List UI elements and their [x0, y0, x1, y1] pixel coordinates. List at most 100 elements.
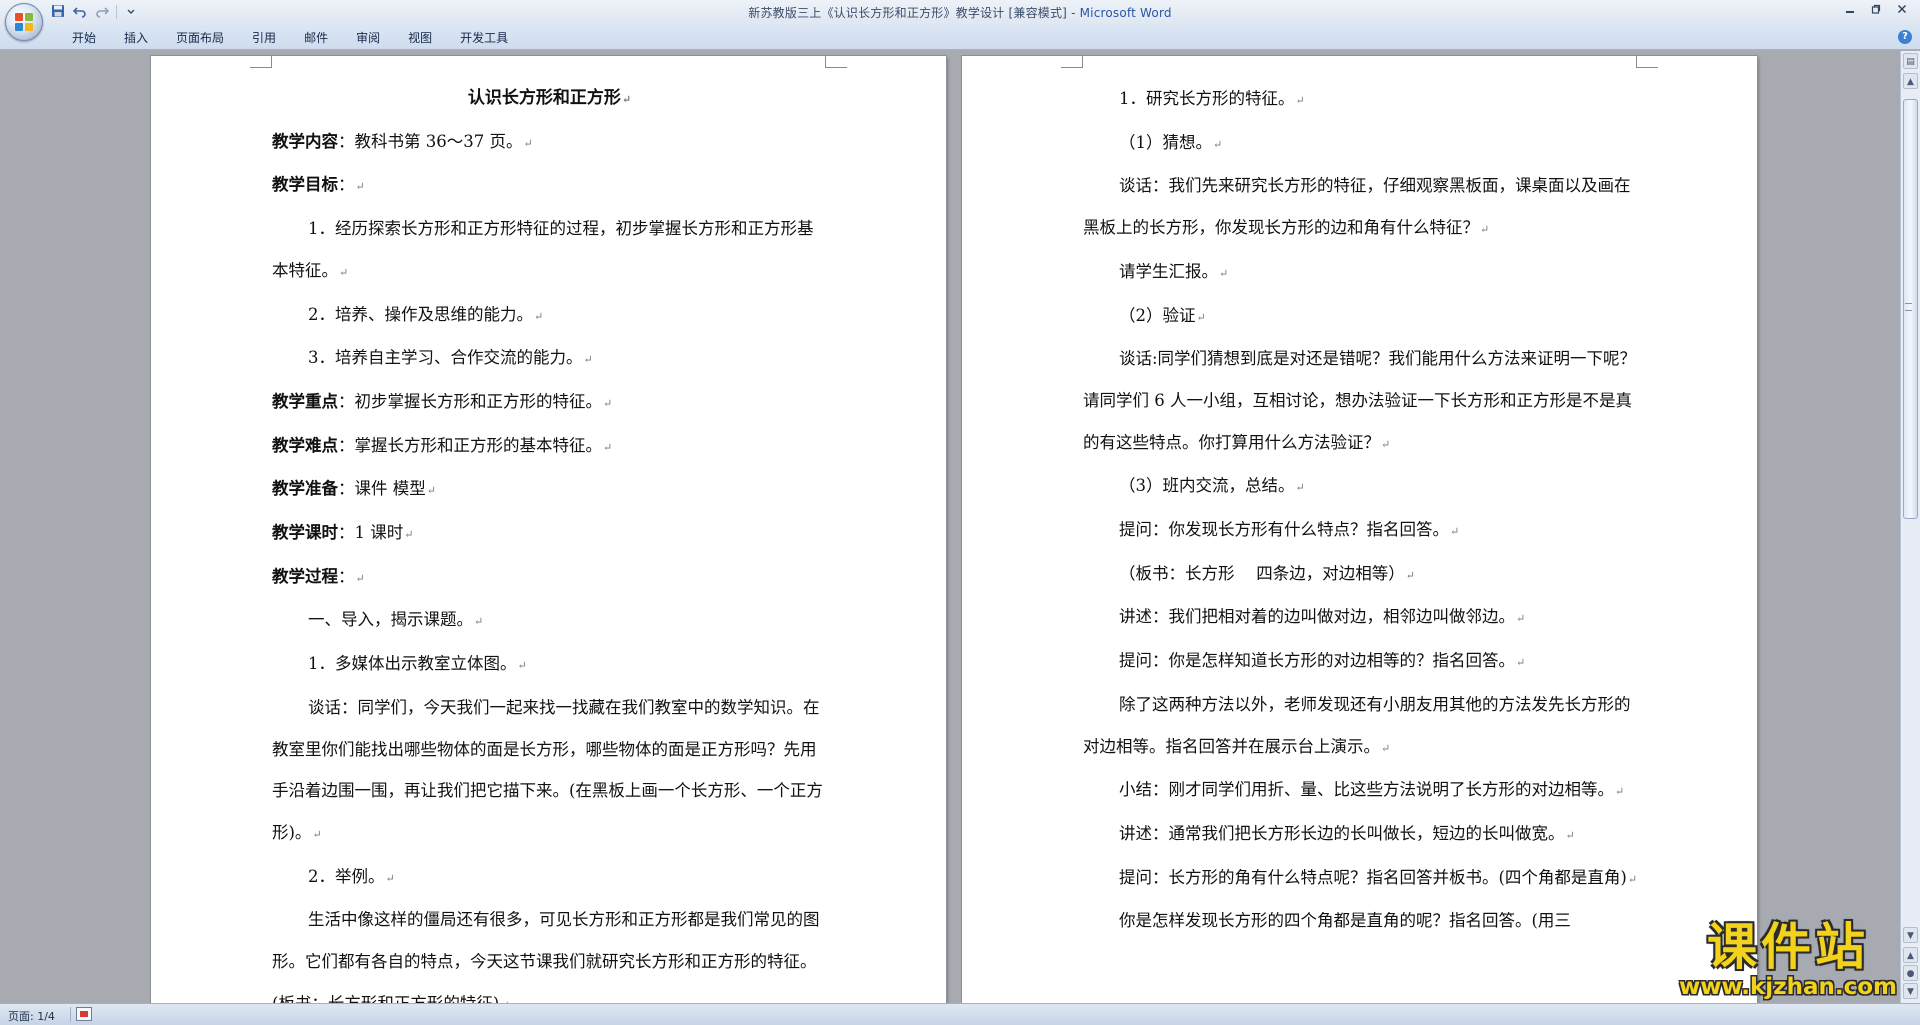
ribbon-tab-bar: 开始 插入 页面布局 引用 邮件 审阅 视图 开发工具 ?: [0, 24, 1920, 50]
window-title: 新苏教版三上《认识长方形和正方形》教学设计 [兼容模式] - Microsoft…: [0, 4, 1920, 21]
paragraph-mark-icon: ↵: [621, 93, 632, 106]
proofing-icon[interactable]: [76, 1007, 92, 1021]
minimize-icon[interactable]: [1838, 2, 1862, 20]
paragraph-mark-icon: ↵: [474, 615, 484, 629]
paragraph: 提问：你发现长方形有什么特点？指名回答。↵: [1083, 509, 1638, 553]
help-icon[interactable]: ?: [1898, 30, 1912, 44]
office-logo-icon: [15, 13, 33, 31]
paragraph-mark-icon: ↵: [1381, 741, 1391, 755]
margin-corner-mark: [1636, 56, 1658, 68]
body-text: ：: [338, 566, 355, 586]
body-text: 请学生汇报。: [1119, 261, 1218, 281]
close-icon[interactable]: [1890, 2, 1914, 20]
label-text: 教学内容: [272, 131, 338, 151]
body-text: 1．多媒体出示教室立体图。: [308, 654, 517, 674]
body-text: 1．研究长方形的特征。: [1119, 89, 1295, 108]
body-text: 谈话：同学们，今天我们一起来找一找藏在我们教室中的数学知识。在教室里你们能找出哪…: [272, 697, 823, 842]
paragraph: 谈话：同学们，今天我们一起来找一找藏在我们教室中的数学知识。在教室里你们能找出哪…: [272, 687, 827, 856]
restore-icon[interactable]: [1864, 2, 1888, 20]
body-text: （1）猜想。: [1119, 132, 1212, 152]
body-text: 谈话：我们先来研究长方形的特征，仔细观察黑板面，课桌面以及画在黑板上的长方形，你…: [1083, 176, 1631, 238]
scroll-up-icon[interactable]: ▲: [1903, 73, 1918, 89]
paragraph: 教学难点：掌握长方形和正方形的基本特征。↵: [272, 425, 827, 469]
tab-home[interactable]: 开始: [58, 29, 110, 47]
label-text: 教学过程: [272, 566, 338, 586]
paragraph-mark-icon: ↵: [1295, 94, 1305, 107]
body-text: 1．经历探索长方形和正方形特征的过程，初步掌握长方形和正方形基本特征。: [272, 219, 814, 280]
paragraph: 教学过程：↵: [272, 556, 827, 600]
body-text: 一、导入，揭示课题。: [308, 610, 473, 630]
paragraph-mark-icon: ↵: [1196, 310, 1206, 324]
paragraph: 3．培养自主学习、合作交流的能力。↵: [272, 337, 827, 381]
ribbon-tabs: 开始 插入 页面布局 引用 邮件 审阅 视图 开发工具: [58, 29, 522, 47]
paragraph-mark-icon: ↵: [312, 827, 322, 841]
tab-view[interactable]: 视图: [394, 29, 446, 47]
body-text: 提问：你发现长方形有什么特点？指名回答。: [1119, 520, 1449, 540]
paragraph-mark-icon: ↵: [1405, 568, 1415, 582]
paragraph: 教学课时：1 课时↵: [272, 512, 827, 556]
paragraph: （2）验证↵: [1083, 295, 1638, 339]
vertical-scrollbar[interactable]: ▤ ▲ ▼ ▲ ● ▼: [1900, 51, 1920, 1003]
tab-review[interactable]: 审阅: [342, 29, 394, 47]
paragraph: 1．研究长方形的特征。↵: [1083, 78, 1638, 122]
body-text: （3）班内交流，总结。: [1119, 476, 1295, 496]
body-text: 讲述：我们把相对着的边叫做对边，相邻边叫做邻边。: [1119, 607, 1515, 627]
paragraph: 教学重点：初步掌握长方形和正方形的特征。↵: [272, 381, 827, 425]
document-page-1[interactable]: 认识长方形和正方形↵ 教学内容：教科书第 36～37 页。↵ 教学目标：↵ 1．…: [151, 56, 946, 1003]
paragraph: 谈话：我们先来研究长方形的特征，仔细观察黑板面，课桌面以及画在黑板上的长方形，你…: [1083, 165, 1638, 250]
margin-corner-mark: [1061, 56, 1083, 68]
paragraph-mark-icon: ↵: [1295, 481, 1305, 495]
paragraph-mark-icon: ↵: [583, 353, 593, 367]
body-text: 3．培养自主学习、合作交流的能力。: [308, 348, 583, 368]
paragraph: 请学生汇报。↵: [1083, 251, 1638, 295]
paragraph: 小结：刚才同学们用折、量、比这些方法说明了长方形的对边相等。↵: [1083, 769, 1638, 813]
tab-references[interactable]: 引用: [238, 29, 290, 47]
body-text: ：初步掌握长方形和正方形的特征。: [338, 391, 602, 411]
paragraph-mark-icon: ↵: [1450, 525, 1460, 539]
body-text: 除了这两种方法以外，老师发现还有小朋友用其他的方法发先长方形的对边相等。指名回答…: [1083, 694, 1631, 756]
label-text: 教学目标: [272, 175, 338, 195]
paragraph-mark-icon: ↵: [355, 180, 365, 194]
page-2-text[interactable]: 1．研究长方形的特征。↵ （1）猜想。↵ 谈话：我们先来研究长方形的特征，仔细观…: [1083, 78, 1638, 942]
paragraph-mark-icon: ↵: [426, 484, 436, 498]
paragraph: 教学内容：教科书第 36～37 页。↵: [272, 121, 827, 165]
paragraph: 1．多媒体出示教室立体图。↵: [272, 643, 827, 687]
margin-corner-mark: [825, 56, 847, 68]
window-controls: [1838, 2, 1914, 20]
watermark-logo: 课件站 www.kjzhan.com: [1668, 920, 1908, 1004]
ruler-toggle-icon[interactable]: ▤: [1903, 53, 1918, 69]
watermark-url: www.kjzhan.com: [1679, 974, 1897, 1000]
office-button[interactable]: [5, 3, 43, 41]
paragraph-mark-icon: ↵: [603, 440, 613, 454]
body-text: （2）验证: [1119, 305, 1196, 325]
tab-page-layout[interactable]: 页面布局: [162, 29, 238, 47]
paragraph-mark-icon: ↵: [1615, 785, 1625, 799]
body-text: 2．举例。: [308, 866, 385, 886]
scroll-grip-icon: [1905, 303, 1912, 311]
paragraph: 谈话:同学们猜想到底是对还是错呢？我们能用什么方法来证明一下呢？请同学们 6 人…: [1083, 338, 1638, 465]
paragraph-mark-icon: ↵: [517, 659, 527, 673]
page-indicator[interactable]: 页面: 1/4: [8, 1008, 55, 1024]
body-text: ：教科书第 36～37 页。: [338, 131, 523, 151]
body-text: 讲述：通常我们把长方形长边的长叫做长，短边的长叫做宽。: [1119, 823, 1565, 843]
paragraph-mark-icon: ↵: [523, 136, 533, 150]
tab-mailings[interactable]: 邮件: [290, 29, 342, 47]
paragraph: 提问：你是怎样知道长方形的对边相等的？指名回答。↵: [1083, 640, 1638, 684]
paragraph: 1．经历探索长方形和正方形特征的过程，初步掌握长方形和正方形基本特征。↵: [272, 208, 827, 293]
body-text: 提问：长方形的角有什么特点呢？指名回答并板书。(四个角都是直角): [1119, 867, 1627, 887]
margin-corner-mark: [250, 56, 272, 68]
tab-developer[interactable]: 开发工具: [446, 29, 522, 47]
document-page-2[interactable]: 1．研究长方形的特征。↵ （1）猜想。↵ 谈话：我们先来研究长方形的特征，仔细观…: [962, 56, 1757, 1003]
paragraph-mark-icon: ↵: [1480, 223, 1490, 237]
label-text: 教学重点: [272, 391, 338, 411]
page-1-text[interactable]: 认识长方形和正方形↵ 教学内容：教科书第 36～37 页。↵ 教学目标：↵ 1．…: [272, 78, 827, 1003]
paragraph: 2．举例。↵: [272, 856, 827, 900]
tab-insert[interactable]: 插入: [110, 29, 162, 47]
status-bar: 页面: 1/4: [0, 1003, 1920, 1025]
label-text: 教学难点: [272, 435, 338, 455]
label-text: 教学准备: [272, 479, 338, 499]
body-text: ：课件 模型: [338, 479, 426, 499]
paragraph: 教学目标：↵: [272, 164, 827, 208]
status-divider: [70, 1007, 71, 1022]
body-text: 小结：刚才同学们用折、量、比这些方法说明了长方形的对边相等。: [1119, 780, 1614, 800]
